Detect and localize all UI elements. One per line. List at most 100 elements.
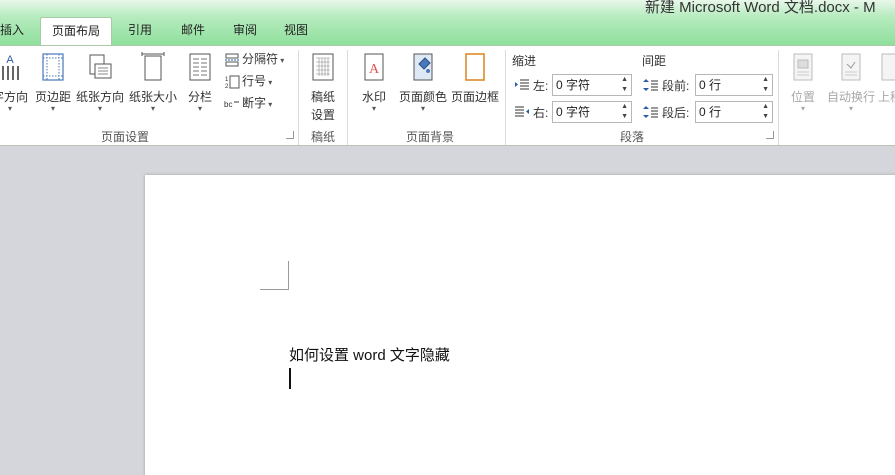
spacing-after-icon: [643, 106, 658, 118]
manuscript-group-label: 稿纸: [310, 130, 335, 144]
spinner-arrows-icon[interactable]: ▲ ▼: [762, 75, 769, 95]
chevron-down-icon: ▾: [371, 104, 376, 113]
tab-view[interactable]: 视图: [271, 17, 321, 45]
columns-icon: [189, 53, 211, 81]
orientation-button[interactable]: 纸张方向 ▾: [75, 50, 125, 120]
spacing-after-label: 段后:: [662, 106, 690, 120]
indent-right-label: 右:: [533, 106, 549, 120]
hyphenation-icon: bc: [224, 100, 239, 109]
bring-forward-icon: [881, 53, 895, 81]
wrap-text-icon: [841, 53, 861, 81]
spinner-arrows-icon[interactable]: ▲ ▼: [762, 102, 769, 122]
hyphenation-button[interactable]: bc 断字 ▾: [224, 94, 272, 114]
indent-right-icon: [515, 106, 529, 117]
svg-text:bc: bc: [224, 100, 232, 109]
indent-left-label: 左:: [533, 79, 549, 93]
crop-mark: [288, 261, 289, 290]
group-divider: [505, 50, 506, 145]
ribbon: A 字方向 ▾ 页边距 ▾ 纸张方向 ▾: [0, 45, 895, 146]
page-break-icon: [225, 53, 239, 67]
group-divider: [778, 50, 779, 145]
hyphenation-label: 断字: [242, 96, 267, 110]
page-color-button[interactable]: 页面颜色 ▾: [397, 50, 449, 120]
size-label: 纸张大小: [128, 90, 177, 104]
page-setup-launcher-icon[interactable]: [286, 131, 294, 139]
svg-text:1: 1: [225, 77, 229, 83]
group-divider: [347, 50, 348, 145]
breaks-label: 分隔符: [242, 52, 279, 66]
watermark-button[interactable]: A 水印 ▾: [355, 50, 393, 120]
page-background-group-label: 页面背景: [405, 130, 454, 144]
bring-forward-button[interactable]: 上移: [878, 50, 895, 120]
svg-text:A: A: [369, 62, 380, 77]
chevron-down-icon: ▾: [266, 78, 273, 87]
indent-title: 缩进: [512, 54, 537, 68]
position-label: 位置: [790, 90, 815, 104]
chevron-down-icon: ▾: [848, 104, 853, 113]
tab-insert[interactable]: 插入: [0, 17, 30, 45]
spacing-before-input[interactable]: 0 行 ▲ ▼: [695, 74, 773, 96]
spacing-before-icon: [643, 79, 658, 91]
breaks-button[interactable]: 分隔符 ▾: [224, 50, 284, 70]
margins-button[interactable]: 页边距 ▾: [33, 50, 73, 120]
paper-size-icon: [141, 52, 165, 81]
wrap-text-button[interactable]: 自动换行 ▾: [824, 50, 878, 120]
chevron-down-icon: ▾: [197, 104, 202, 113]
paint-bucket-icon: [413, 53, 433, 81]
chevron-down-icon: ▾: [278, 56, 285, 65]
tab-references[interactable]: 引用: [115, 17, 165, 45]
chevron-down-icon: ▾: [266, 100, 273, 109]
tab-mailings[interactable]: 邮件: [168, 17, 218, 45]
paragraph-launcher-icon[interactable]: [766, 131, 774, 139]
window-title: 新建 Microsoft Word 文档.docx - M: [645, 0, 876, 16]
tab-page-layout[interactable]: 页面布局: [40, 17, 112, 46]
crop-mark: [260, 289, 289, 290]
ribbon-tabs: 插入 页面布局 引用 邮件 审阅 视图: [0, 17, 895, 46]
page-color-label: 页面颜色: [398, 90, 447, 104]
watermark-icon: A: [364, 53, 384, 81]
indent-left-value: 0 字符: [556, 78, 591, 92]
document-text[interactable]: 如何设置 word 文字隐藏: [289, 344, 450, 365]
columns-label: 分栏: [187, 90, 212, 104]
text-cursor: [289, 368, 291, 389]
document-area: 如何设置 word 文字隐藏: [0, 146, 895, 475]
spacing-before-value: 0 行: [699, 78, 722, 92]
indent-right-value: 0 字符: [556, 105, 591, 119]
line-numbers-button[interactable]: 1 2 行号 ▾: [224, 72, 272, 92]
page-setup-group-label: 页面设置: [100, 130, 149, 144]
margins-label: 页边距: [34, 90, 71, 104]
chevron-down-icon: ▾: [97, 104, 102, 113]
title-bar: 新建 Microsoft Word 文档.docx - M 插入 页面布局 引用…: [0, 0, 895, 46]
watermark-label: 水印: [361, 90, 386, 104]
indent-left-icon: [515, 79, 529, 90]
chevron-down-icon: ▾: [50, 104, 55, 113]
group-divider: [298, 50, 299, 145]
spinner-arrows-icon[interactable]: ▲ ▼: [621, 75, 628, 95]
manuscript-grid-icon: [312, 53, 334, 81]
indent-right-input[interactable]: 0 字符 ▲ ▼: [552, 101, 632, 123]
orientation-label: 纸张方向: [75, 90, 124, 104]
spacing-title: 间距: [642, 54, 667, 68]
document-page[interactable]: 如何设置 word 文字隐藏: [145, 175, 895, 475]
spacing-before-label: 段前:: [662, 79, 690, 93]
text-direction-icon: A: [2, 54, 19, 80]
position-button[interactable]: 位置 ▾: [785, 50, 821, 120]
columns-button[interactable]: 分栏 ▾: [183, 50, 217, 120]
text-direction-label: 字方向: [0, 90, 28, 104]
text-direction-button[interactable]: A 字方向 ▾: [0, 50, 30, 120]
wrap-text-label: 自动换行: [826, 90, 875, 104]
spacing-after-input[interactable]: 0 行 ▲ ▼: [695, 101, 773, 123]
chevron-down-icon: ▾: [7, 104, 12, 113]
indent-left-input[interactable]: 0 字符 ▲ ▼: [552, 74, 632, 96]
page-borders-button[interactable]: 页面边框: [450, 50, 500, 120]
tab-review[interactable]: 审阅: [220, 17, 270, 45]
orientation-icon: [89, 54, 112, 79]
manuscript-label-line1: 稿纸: [310, 90, 335, 104]
size-button[interactable]: 纸张大小 ▾: [128, 50, 178, 120]
manuscript-settings-button[interactable]: 稿纸 设置: [303, 50, 343, 125]
bring-forward-label: 上移: [878, 90, 895, 104]
chevron-down-icon: ▾: [420, 104, 425, 113]
svg-text:2: 2: [225, 84, 229, 89]
spinner-arrows-icon[interactable]: ▲ ▼: [621, 102, 628, 122]
position-icon: [793, 53, 813, 81]
